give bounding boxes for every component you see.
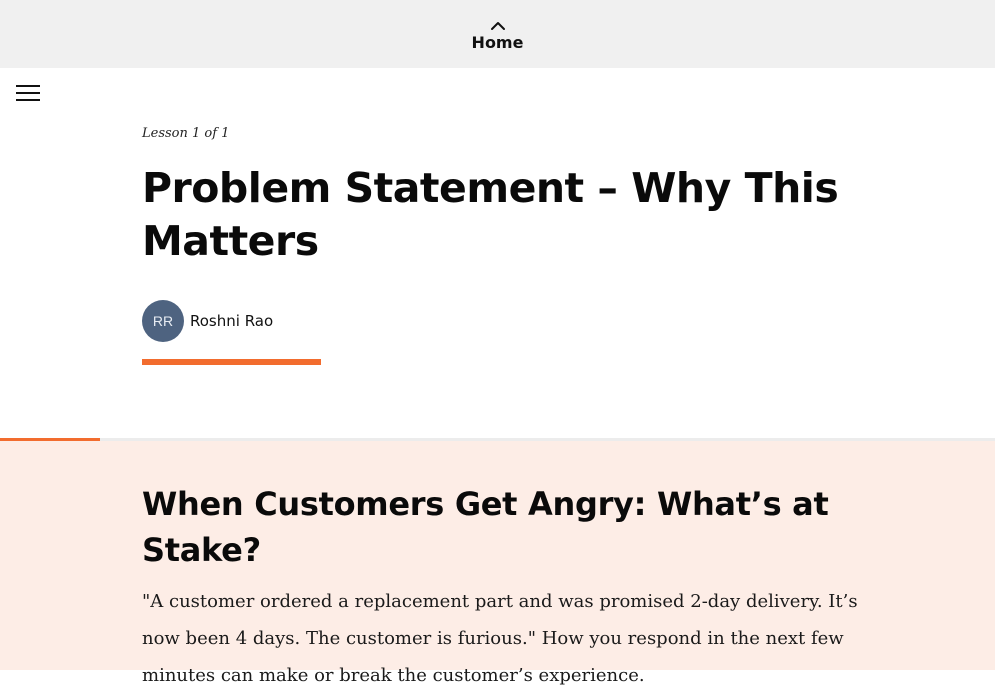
lesson-content-block: When Customers Get Angry: What’s at Stak… <box>0 441 995 686</box>
section-heading: When Customers Get Angry: What’s at Stak… <box>142 485 829 569</box>
chevron-up-icon <box>490 21 505 30</box>
hamburger-menu-icon[interactable] <box>16 82 40 104</box>
home-nav-button[interactable]: Home <box>0 0 995 68</box>
author-byline: RR Roshni Rao <box>142 300 273 342</box>
home-label: Home <box>471 32 524 52</box>
body-paragraph: "A customer ordered a replacement part a… <box>142 591 858 686</box>
avatar: RR <box>142 300 184 342</box>
page-title: Problem Statement – Why This Matters <box>142 164 839 265</box>
lesson-counter: Lesson 1 of 1 <box>142 126 230 141</box>
author-name: Roshni Rao <box>190 312 274 330</box>
title-accent-divider <box>142 359 321 365</box>
